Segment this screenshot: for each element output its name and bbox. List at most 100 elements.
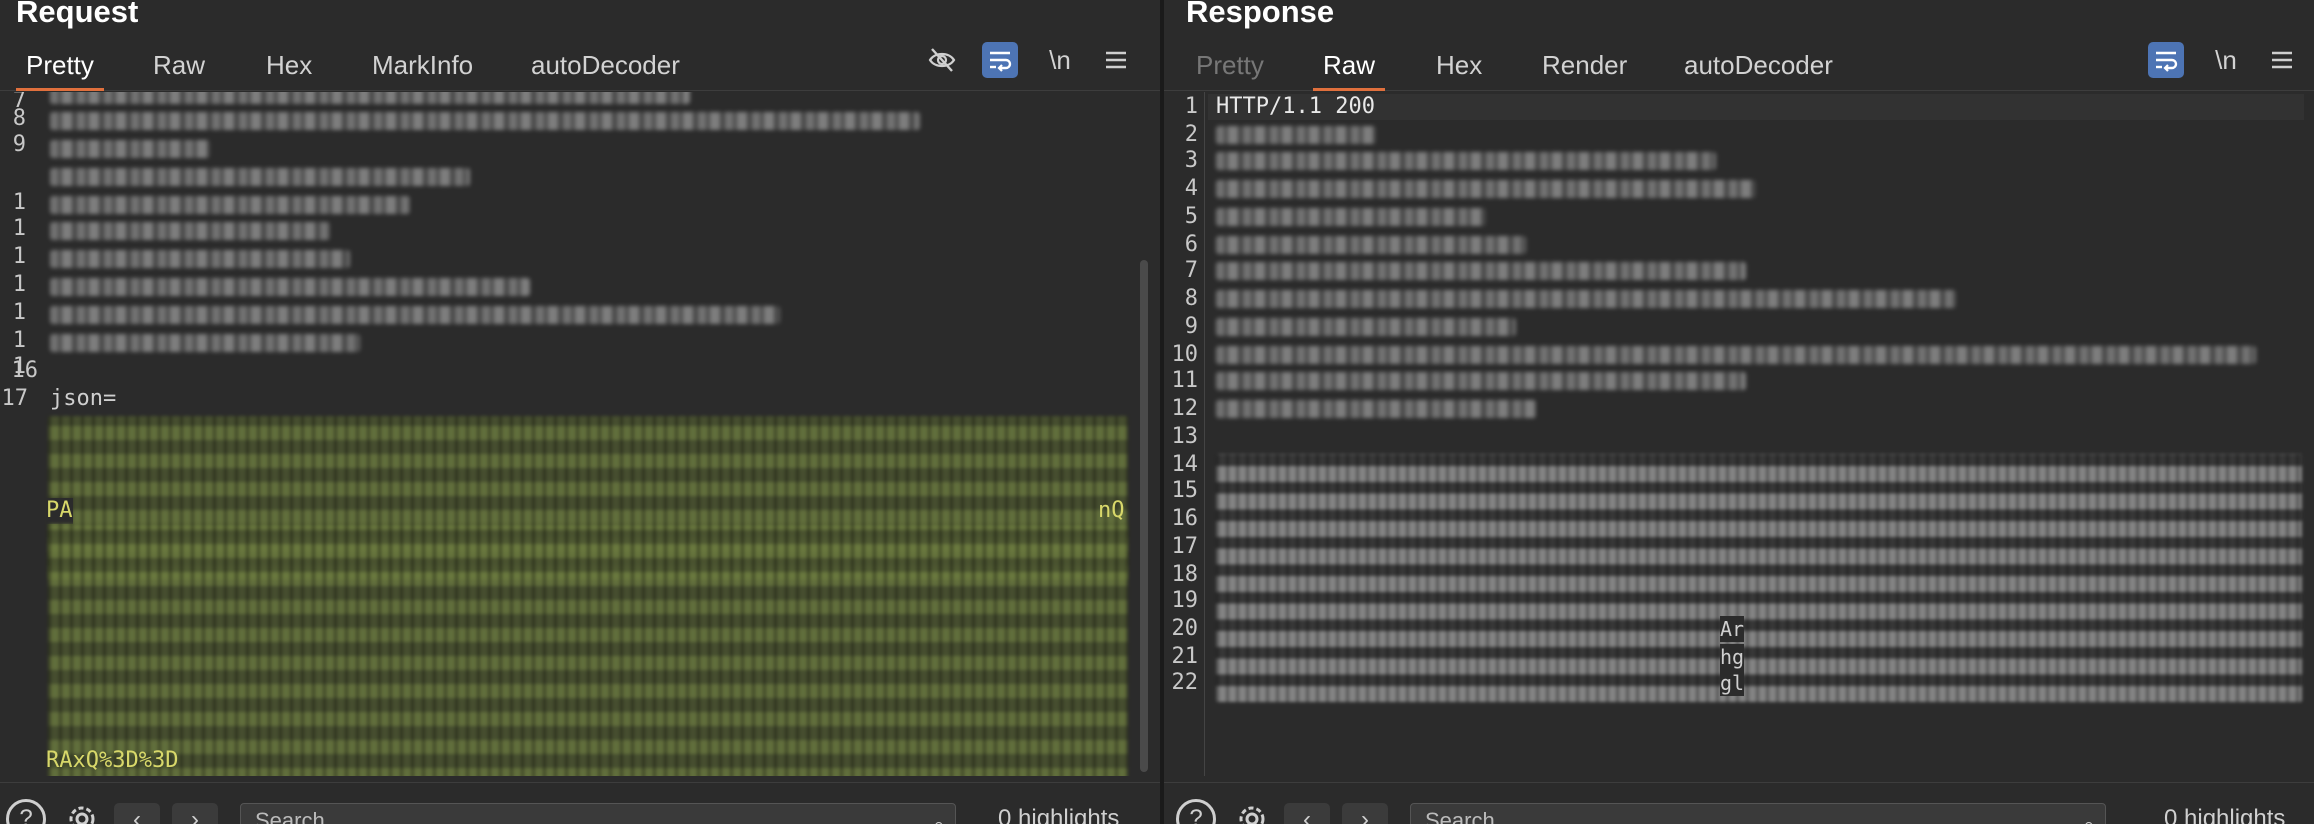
line-number: 1: [12, 216, 26, 241]
line-number: 3: [1184, 148, 1198, 173]
request-tab-autodecoder[interactable]: autoDecoder: [531, 40, 680, 90]
line-number: 12: [1171, 396, 1199, 421]
response-highlights-count: 0 highlights: [2164, 805, 2286, 824]
line-number: 8: [1184, 286, 1198, 311]
json-param: json=: [50, 386, 117, 411]
settings-icon[interactable]: [1232, 799, 1272, 824]
response-search-placeholder: Search: [1425, 808, 1495, 824]
request-editor[interactable]: 7 8 9 1 1 1 1 1 1 1 16 17 json= PA nQ RA…: [0, 92, 1160, 776]
request-tab-pretty[interactable]: Pretty: [16, 40, 104, 91]
eye-slash-icon[interactable]: [924, 42, 960, 78]
request-pane: Request Pretty Raw Hex MarkInfo autoDeco…: [0, 0, 1160, 824]
redacted-header: [1216, 290, 1956, 308]
newline-icon[interactable]: \n: [1042, 42, 1078, 78]
redacted-header: [1216, 208, 1486, 226]
redacted-header: [50, 334, 360, 352]
line-number: 7: [1184, 258, 1198, 283]
forward-icon[interactable]: ›: [1342, 803, 1388, 824]
redacted-header: [1216, 346, 2256, 364]
line-number: 10: [1171, 342, 1199, 367]
response-tab-pretty[interactable]: Pretty: [1196, 40, 1264, 90]
redacted-header: [50, 112, 920, 130]
response-tabs: Pretty Raw Hex Render autoDecoder: [1164, 40, 2314, 91]
line-number: 1: [12, 272, 26, 297]
request-scrollbar[interactable]: [1140, 260, 1148, 772]
request-tab-markinfo[interactable]: MarkInfo: [372, 40, 473, 90]
redacted-header: [1216, 262, 1746, 280]
search-icon: ⌕: [933, 808, 945, 824]
newline-icon[interactable]: \n: [2208, 42, 2244, 78]
line-number: 13: [1171, 424, 1199, 449]
redacted-header: [1216, 318, 1516, 336]
body-fragment: nQ: [1098, 498, 1125, 523]
body-fragment: PA: [46, 498, 73, 524]
line-number: 1: [12, 300, 26, 325]
response-tab-hex[interactable]: Hex: [1436, 40, 1482, 90]
request-footer: ? ‹ › Search ⌕ 0 highlights: [0, 782, 1160, 824]
line-number: 14: [1171, 452, 1199, 477]
line-number: 22: [1171, 670, 1199, 695]
redacted-header: [50, 250, 350, 268]
redacted-header: [50, 222, 330, 240]
line-number: 4: [1184, 176, 1198, 201]
line-number: 16: [1171, 506, 1199, 531]
redacted-body: [1216, 454, 2302, 702]
request-title: Request: [16, 0, 139, 29]
body-fragment: hg: [1720, 644, 1745, 670]
line-number: 20: [1171, 616, 1199, 641]
request-search-input[interactable]: Search ⌕: [240, 803, 956, 824]
back-icon[interactable]: ‹: [114, 803, 160, 824]
redacted-header: [1216, 180, 1756, 198]
line-number: 5: [1184, 204, 1198, 229]
status-line: HTTP/1.1 200: [1216, 94, 1375, 119]
request-tab-hex[interactable]: Hex: [266, 40, 312, 90]
menu-icon[interactable]: [1098, 42, 1134, 78]
line-number: 6: [1184, 232, 1198, 257]
body-fragment: Ar: [1720, 616, 1745, 642]
line-number: 16: [11, 358, 39, 383]
redacted-header: [50, 278, 530, 296]
line-number: 1: [12, 244, 26, 269]
line-number: 18: [1171, 562, 1199, 587]
response-tab-autodecoder[interactable]: autoDecoder: [1684, 40, 1833, 90]
redacted-header: [1216, 126, 1376, 144]
help-icon[interactable]: ?: [6, 799, 46, 824]
line-number: 11: [1171, 368, 1199, 393]
line-number: 1: [12, 328, 26, 353]
line-number: 9: [1184, 314, 1198, 339]
line-number: 19: [1171, 588, 1199, 613]
request-tab-raw[interactable]: Raw: [153, 40, 205, 90]
line-number: 8: [12, 106, 26, 131]
redacted-header: [1216, 152, 1716, 170]
wrap-lines-icon[interactable]: [982, 42, 1018, 78]
line-number: 15: [1171, 478, 1199, 503]
response-editor[interactable]: 1 2 3 4 5 6 7 8 9 10 11 12 13 14 15 16 1…: [1164, 92, 2314, 776]
line-number: 21: [1171, 644, 1199, 669]
redacted-header: [50, 140, 210, 158]
response-search-input[interactable]: Search ⌕: [1410, 803, 2106, 824]
line-number: 1: [1184, 94, 1198, 119]
redacted-body: [48, 524, 1128, 776]
back-icon[interactable]: ‹: [1284, 803, 1330, 824]
response-pane: Response Pretty Raw Hex Render autoDecod…: [1164, 0, 2314, 824]
redacted-header: [1216, 236, 1526, 254]
redacted-header: [50, 92, 690, 104]
search-icon: ⌕: [2083, 808, 2095, 824]
menu-icon[interactable]: [2264, 42, 2300, 78]
redacted-header: [50, 196, 410, 214]
body-end: RAxQ%3D%3D: [46, 748, 179, 773]
forward-icon[interactable]: ›: [172, 803, 218, 824]
response-tab-raw[interactable]: Raw: [1312, 40, 1386, 91]
help-icon[interactable]: ?: [1176, 799, 1216, 824]
line-number: 1: [12, 190, 26, 215]
response-title: Response: [1186, 0, 1335, 29]
line-number: 17: [1171, 534, 1199, 559]
response-tab-render[interactable]: Render: [1542, 40, 1627, 90]
request-highlights-count: 0 highlights: [998, 805, 1120, 824]
response-footer: ? ‹ › Search ⌕ 0 highlights: [1164, 782, 2314, 824]
line-number: 17: [1, 386, 29, 411]
wrap-lines-icon[interactable]: [2148, 42, 2184, 78]
line-number: 2: [1184, 122, 1198, 147]
request-search-placeholder: Search: [255, 808, 325, 824]
settings-icon[interactable]: [62, 799, 102, 824]
